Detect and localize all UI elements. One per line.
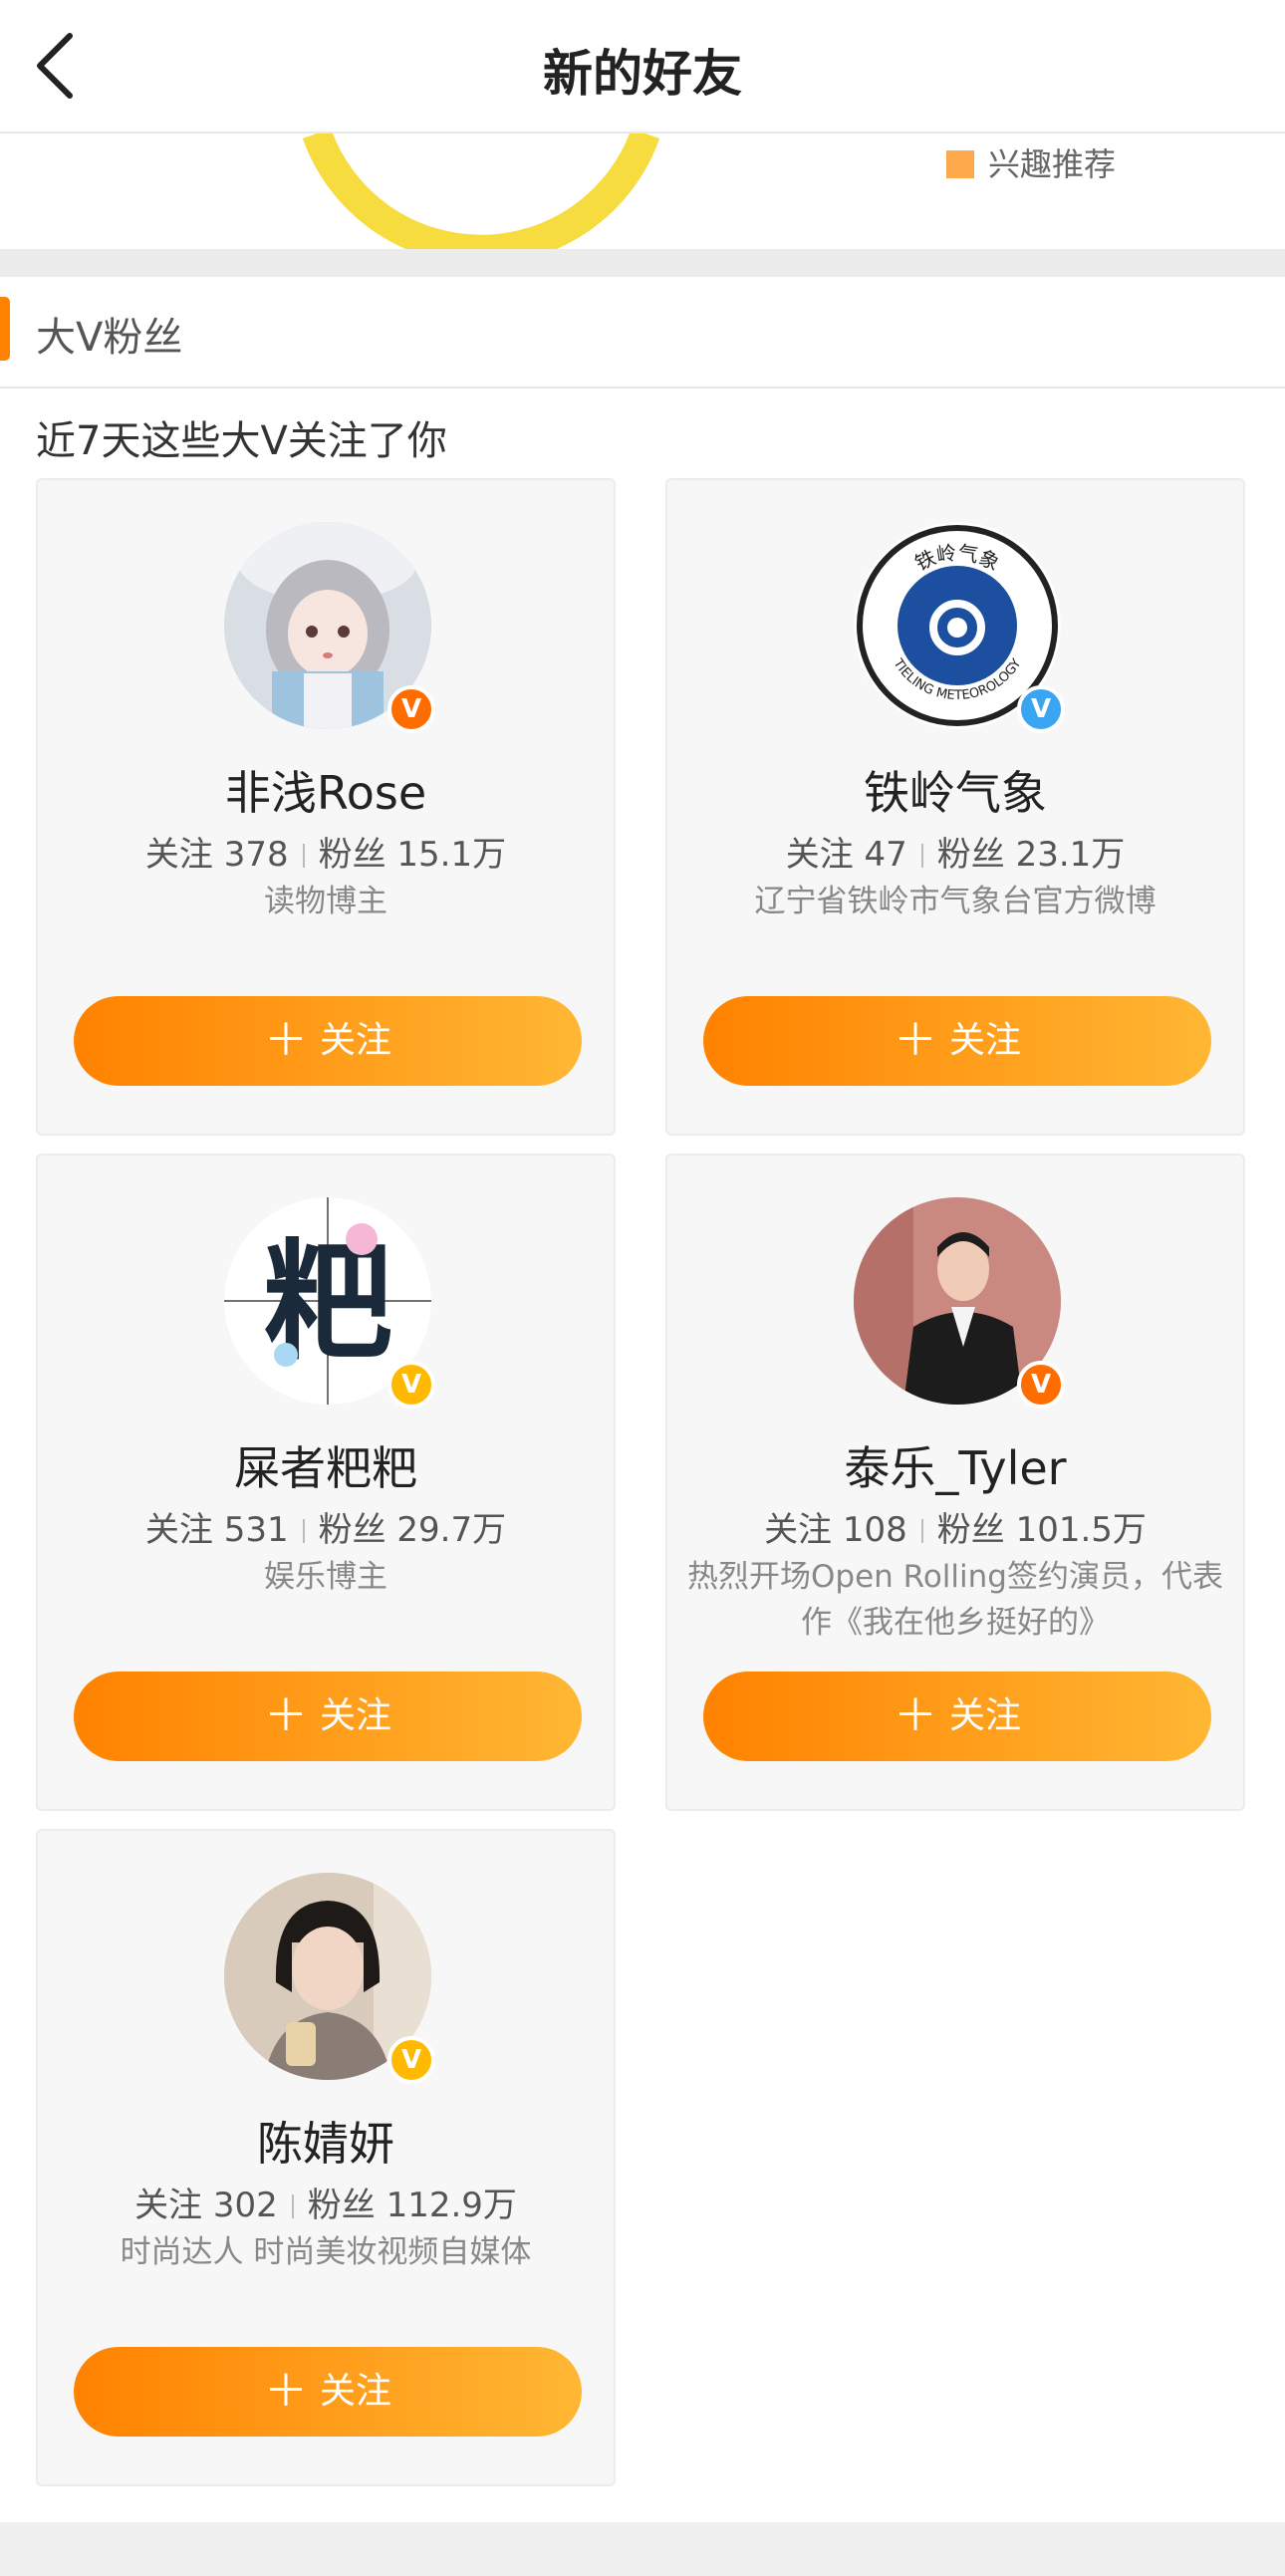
section-header: 大V粉丝 [0,277,1285,388]
user-stats: 关注 47 粉丝 23.1万 [667,827,1243,876]
user-card[interactable]: V 陈婧妍 关注 302 粉丝 112.9万 时尚达人 时尚美妆视频自媒体 ＋ 关注 [36,1829,616,2486]
follow-button[interactable]: ＋ 关注 [703,996,1211,1086]
stat-divider [302,1519,305,1543]
user-name[interactable]: 铁岭气象 [667,757,1243,823]
follow-button-label: 关注 [319,1020,391,1061]
legend-label: 兴趣推荐 [988,145,1117,183]
verified-badge-icon: V [1017,1361,1065,1409]
following-label: 关注 [785,835,854,875]
following-count: 531 [223,1510,289,1550]
fans-count: 112.9万 [386,2186,517,2225]
following-count: 108 [842,1510,907,1550]
fans-label: 粉丝 [318,835,386,875]
avatar-container: 粑 V [224,1197,435,1409]
plus-icon: ＋ [263,1015,308,1066]
avatar-container: V [224,522,435,733]
fans-count: 101.5万 [1015,1510,1147,1550]
user-card[interactable]: 粑 V 屎者粑粑 关注 531 粉丝 29.7万 娱乐博主 ＋ 关注 [36,1154,616,1811]
user-stats: 关注 302 粉丝 112.9万 [38,2178,614,2226]
user-name[interactable]: 屎者粑粑 [38,1432,614,1498]
following-label: 关注 [764,1510,833,1550]
plus-icon: ＋ [263,1690,308,1741]
user-stats: 关注 378 粉丝 15.1万 [38,827,614,876]
user-card[interactable]: V 泰乐_Tyler 关注 108 粉丝 101.5万 热烈开场Open Roll… [665,1154,1245,1811]
verified-badge-icon: V [387,1361,435,1409]
fans-count: 29.7万 [396,1510,507,1550]
verified-badge-icon: V [1017,685,1065,733]
legend-swatch [946,150,974,178]
following-label: 关注 [144,1510,213,1550]
avatar-container: V [854,1197,1065,1409]
user-stats: 关注 108 粉丝 101.5万 [667,1502,1243,1551]
fans-label: 粉丝 [936,1510,1005,1550]
user-description: 读物博主 [264,884,387,919]
plus-icon: ＋ [893,1015,937,1066]
follow-button-label: 关注 [948,1695,1021,1736]
fans-count: 23.1万 [1015,835,1126,875]
user-description: 热烈开场Open Rolling签约演员，代表作《我在他乡挺好的》 [687,1559,1223,1641]
nav-bar: 新的好友 [0,0,1285,133]
following-count: 378 [223,835,289,875]
stat-divider [920,844,923,868]
avatar-container: 铁岭气象 TIELING METEOROLOGY V [854,522,1065,733]
plus-icon: ＋ [893,1690,937,1741]
follow-button-label: 关注 [319,1695,391,1736]
verified-badge-icon: V [387,2036,435,2084]
follow-button-label: 关注 [319,2371,391,2412]
section-accent-bar [0,297,10,361]
chart-legend: 兴趣推荐 [946,139,1116,185]
interest-chart-area: 兴趣推荐 [0,131,1285,249]
avatar-container: V [224,1873,435,2084]
following-count: 302 [212,2186,278,2225]
section-subtitle: 近7天这些大V关注了你 [36,418,447,464]
user-description: 辽宁省铁岭市气象台官方微博 [754,884,1156,919]
follow-button[interactable]: ＋ 关注 [74,1672,582,1761]
following-label: 关注 [144,835,213,875]
fans-label: 粉丝 [318,1510,386,1550]
user-card[interactable]: 铁岭气象 TIELING METEOROLOGY V 铁岭气象 关注 47 粉丝 … [665,478,1245,1136]
user-name[interactable]: 非浅Rose [38,757,614,823]
bottom-divider [0,2522,1285,2576]
user-name[interactable]: 陈婧妍 [38,2108,614,2174]
stat-divider [302,844,305,868]
user-description: 娱乐博主 [264,1559,387,1595]
user-description: 时尚达人 时尚美妆视频自媒体 [120,2234,532,2270]
follow-button[interactable]: ＋ 关注 [74,996,582,1086]
plus-icon: ＋ [263,2366,308,2417]
user-name[interactable]: 泰乐_Tyler [667,1432,1243,1498]
follow-button[interactable]: ＋ 关注 [703,1672,1211,1761]
follow-button[interactable]: ＋ 关注 [74,2347,582,2437]
section-divider [0,249,1285,277]
follow-button-label: 关注 [948,1020,1021,1061]
verified-badge-icon: V [387,685,435,733]
user-stats: 关注 531 粉丝 29.7万 [38,1502,614,1551]
fans-label: 粉丝 [307,2186,376,2225]
section-title: 大V粉丝 [36,315,183,361]
stat-divider [291,2194,294,2218]
user-card[interactable]: V 非浅Rose 关注 378 粉丝 15.1万 读物博主 ＋ 关注 [36,478,616,1136]
page-title: 新的好友 [543,45,742,103]
following-label: 关注 [134,2186,203,2225]
fans-label: 粉丝 [936,835,1005,875]
fans-count: 15.1万 [396,835,507,875]
following-count: 47 [864,835,907,875]
stat-divider [920,1519,923,1543]
